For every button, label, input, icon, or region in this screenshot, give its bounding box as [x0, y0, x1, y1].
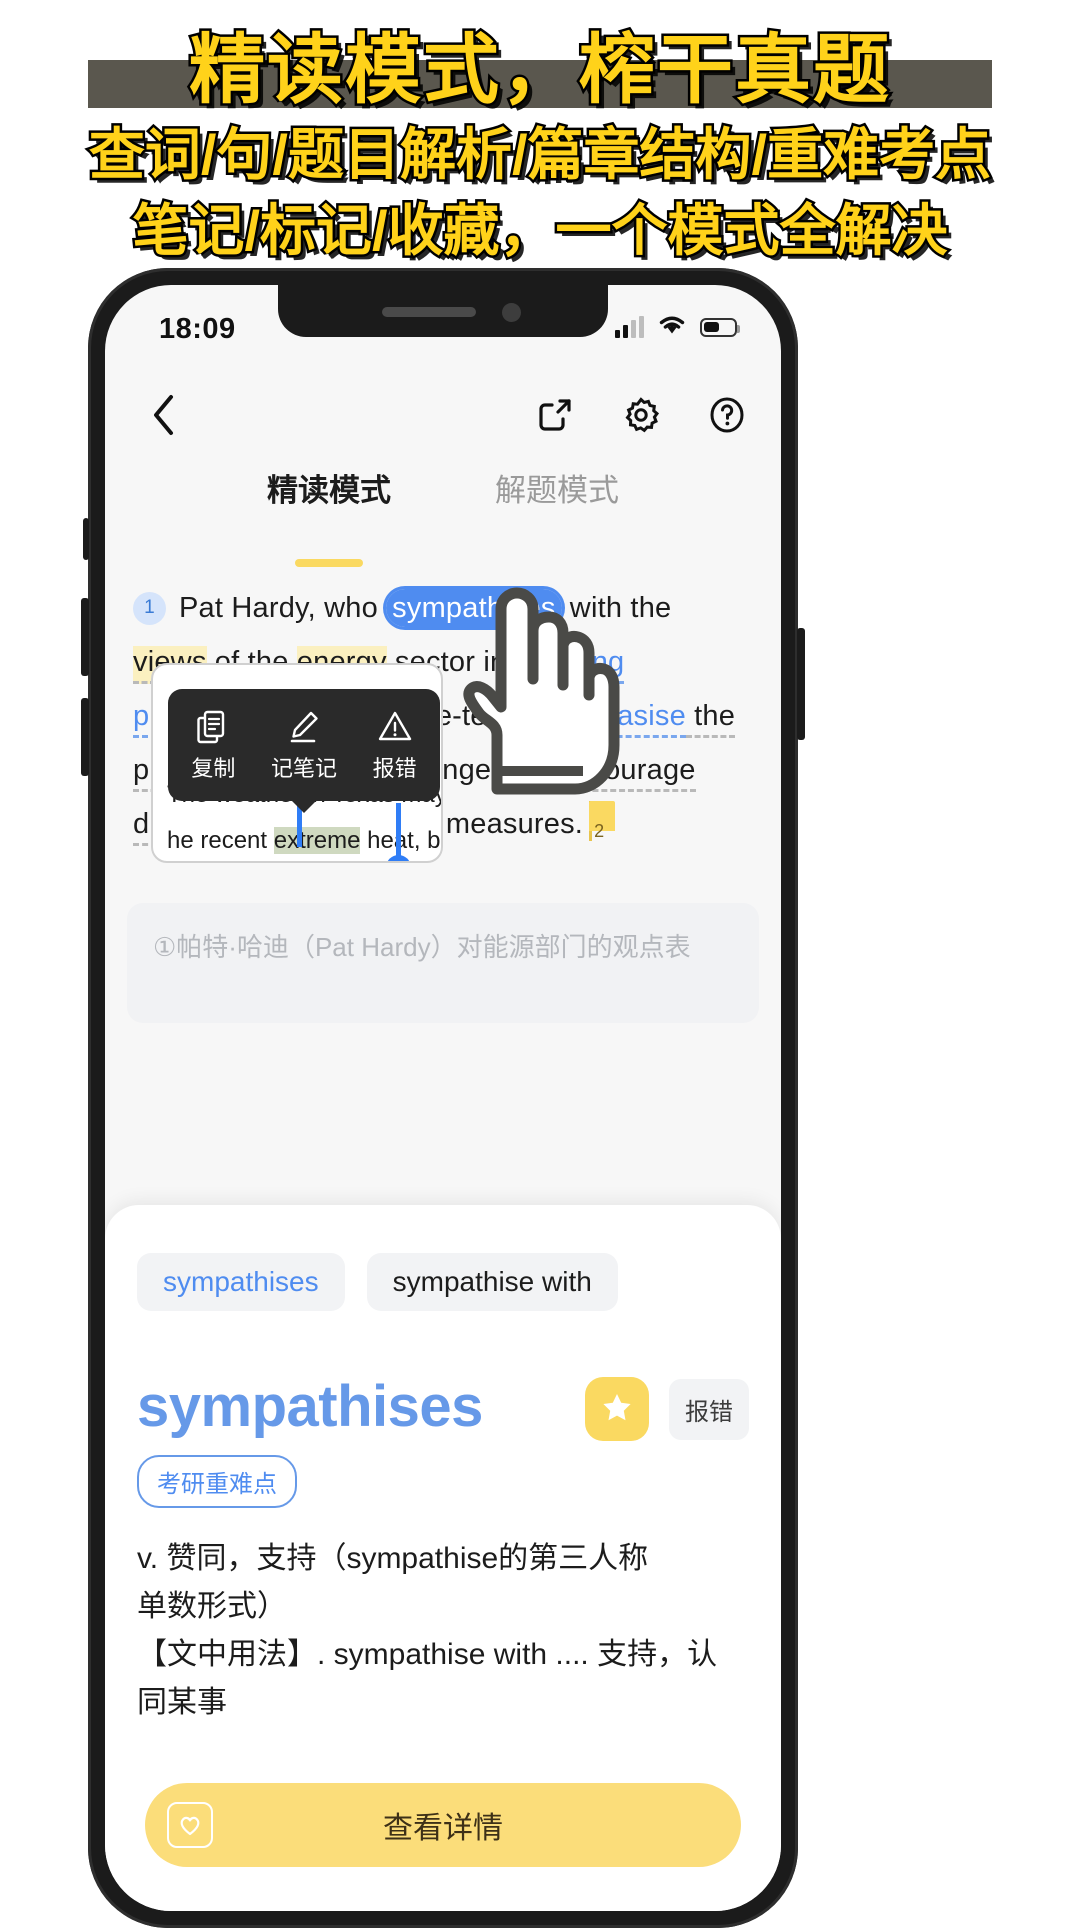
phone-power-button: [797, 628, 805, 740]
context-menu-report[interactable]: 报错: [352, 708, 438, 783]
gear-icon[interactable]: [613, 387, 669, 443]
tab-intensive-reading[interactable]: 精读模式: [267, 465, 391, 567]
passage-text-1: Pat Hardy, who: [179, 592, 387, 624]
report-error-button[interactable]: 报错: [669, 1378, 749, 1440]
favorite-star-button[interactable]: [585, 1377, 649, 1441]
heart-shield-icon: [167, 1802, 213, 1848]
share-export-icon[interactable]: [527, 387, 583, 443]
context-menu-report-label: 报错: [372, 755, 417, 781]
question-circle-icon[interactable]: [699, 387, 755, 443]
phone-mute-switch: [83, 518, 89, 560]
battery-icon: [700, 317, 740, 337]
phone-notch: [278, 285, 608, 337]
promo-headline-3: 笔记/标记/收藏，一个模式全解决: [130, 197, 950, 265]
promo-headline-1: 精读模式，榨干真题: [187, 26, 892, 116]
context-menu-note[interactable]: 记笔记: [261, 708, 347, 783]
tab-question-mode-label: 解题模式: [495, 473, 619, 508]
chip-sympathise-with[interactable]: sympathise with: [366, 1253, 618, 1311]
copy-icon: [170, 708, 256, 746]
passage-text-12: measures.: [437, 808, 584, 840]
status-bar-time: 18:09: [159, 313, 236, 345]
definition-block: v. 赞同，支持（sympathise的第三人称 单数形式） 【文中用法】. s…: [137, 1535, 737, 1727]
pencil-note-icon: [261, 708, 347, 746]
headword-row: sympathises 报错: [137, 1373, 749, 1441]
paragraph-number-badge: 1: [133, 591, 166, 625]
selection-line2-suffix: heat, but t: [367, 827, 441, 854]
definition-line-1: v. 赞同，支持（sympathise的第三人称: [137, 1542, 649, 1575]
earpiece-speaker: [382, 307, 476, 317]
phone-screen: 18:09 精读模式 解题模式 1 Pat Hardy, who sympath…: [105, 285, 781, 1911]
promo-header: 精读模式，榨干真题 查词/句/题目解析/篇章结构/重难考点 笔记/标记/收藏，一…: [0, 0, 1080, 270]
translation-strip[interactable]: ①帕特·哈迪（Pat Hardy）对能源部门的观点表: [127, 903, 759, 1023]
phone-mockup: 18:09 精读模式 解题模式 1 Pat Hardy, who sympath…: [81, 268, 805, 1928]
definition-line-2: 单数形式）: [137, 1590, 287, 1623]
status-bar-indicators: [615, 313, 740, 341]
app-navbar: [105, 377, 781, 457]
view-details-label: 查看详情: [383, 1812, 503, 1845]
definition-line-4: 同某事: [137, 1686, 227, 1719]
front-camera: [502, 303, 521, 322]
flag-number: 2: [594, 821, 605, 841]
context-menu-note-label: 记笔记: [270, 755, 337, 781]
navbar-actions: [527, 387, 755, 443]
context-menu-copy[interactable]: 复制: [170, 708, 256, 783]
text-context-menu: 复制 记笔记 报错: [168, 689, 440, 813]
tab-intensive-reading-label: 精读模式: [267, 473, 391, 508]
cellular-signal-icon: [615, 316, 644, 338]
phone-volume-up-button: [81, 598, 89, 676]
dictionary-bottom-sheet: sympathises sympathise with sympathises …: [105, 1205, 781, 1911]
phone-volume-down-button: [81, 698, 89, 776]
chip-sympathises[interactable]: sympathises: [137, 1253, 345, 1311]
headword: sympathises: [137, 1374, 483, 1439]
view-details-button[interactable]: 查看详情: [145, 1783, 741, 1867]
context-menu-arrow: [291, 800, 317, 813]
mode-tabs: 精读模式 解题模式: [105, 465, 781, 567]
word-chips: sympathises sympathise with: [137, 1253, 618, 1311]
definition-line-3: 【文中用法】. sympathise with .... 支持，认: [137, 1638, 718, 1671]
context-menu-copy-label: 复制: [191, 755, 236, 781]
wifi-icon: [657, 313, 687, 341]
difficulty-tag: 考研重难点: [137, 1455, 297, 1508]
selected-range-extreme[interactable]: extreme: [273, 827, 361, 854]
back-button[interactable]: [135, 387, 191, 443]
warning-triangle-icon: [352, 708, 438, 746]
selection-caret-end: [396, 803, 401, 861]
tab-active-underline: [295, 559, 363, 567]
hand-cursor-icon: [435, 575, 625, 810]
promo-headline-2: 查词/句/题目解析/篇章结构/重难考点: [86, 121, 993, 189]
selection-line2-prefix: he recent: [167, 827, 274, 854]
headword-actions: 报错: [585, 1377, 749, 1441]
star-filled-icon: [601, 1391, 633, 1428]
tab-question-mode[interactable]: 解题模式: [495, 465, 619, 551]
